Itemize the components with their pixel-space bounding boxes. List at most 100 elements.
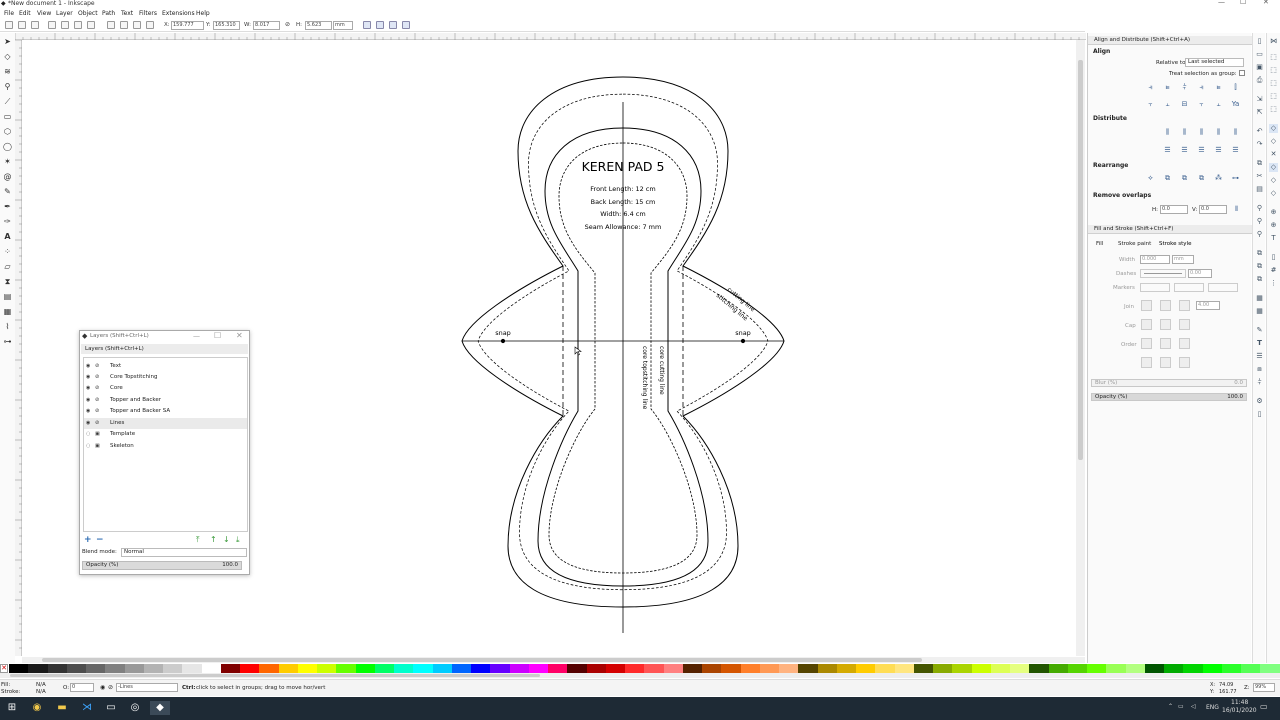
visibility-eye-icon[interactable]: ◉	[86, 372, 90, 383]
windows-start-icon[interactable]: ⊞	[5, 701, 19, 715]
layers-list[interactable]: ◉ ⊘ Text ◉ ⊘ Core Topstitching ◉ ⊘ Core ◉ ⊘ Topp…	[83, 357, 248, 532]
core-cutting-line-label[interactable]: core cutting line	[658, 346, 665, 395]
color-swatch[interactable]	[990, 664, 1010, 673]
snap-line-midpoint-icon[interactable]: ◇	[1269, 189, 1278, 198]
color-swatch[interactable]	[413, 664, 433, 673]
duplicate-icon[interactable]: ⧉	[1255, 249, 1264, 258]
snap-bbox-icon[interactable]: ⬚	[1269, 53, 1278, 62]
end-marker-select[interactable]	[1208, 283, 1238, 292]
color-swatch[interactable]	[528, 664, 548, 673]
color-swatch[interactable]	[1010, 664, 1030, 673]
remove-layer-icon[interactable]: −	[96, 535, 104, 545]
raise-icon[interactable]	[133, 21, 141, 29]
fill-indicator-value[interactable]: N/A	[36, 682, 46, 688]
unlink-clone-icon[interactable]: ⧉	[1255, 275, 1264, 284]
color-palette[interactable]: ✕	[0, 664, 1280, 673]
menu-help[interactable]: Help	[196, 10, 210, 17]
color-swatch[interactable]	[682, 664, 702, 673]
network-icon[interactable]: ▭	[1178, 703, 1184, 710]
preferences-icon[interactable]: ⚙	[1255, 397, 1264, 406]
volume-icon[interactable]: ◁	[1191, 703, 1196, 710]
color-swatch[interactable]	[143, 664, 163, 673]
close-button[interactable]: ✕	[1263, 0, 1269, 6]
lower-layer-icon[interactable]: ↓	[223, 535, 230, 544]
color-swatch[interactable]	[124, 664, 144, 673]
spiral-tool-icon[interactable]: @	[3, 172, 12, 181]
object-opacity-field[interactable]: 0	[70, 683, 94, 692]
color-swatch[interactable]	[182, 664, 202, 673]
order-normal-icon[interactable]	[1141, 338, 1152, 349]
color-swatch[interactable]	[432, 664, 452, 673]
align-left-icon[interactable]: ⫢	[1162, 82, 1173, 93]
snap-point-left[interactable]	[500, 338, 506, 344]
ungroup-icon[interactable]: ▦	[1255, 307, 1264, 316]
color-swatch[interactable]	[779, 664, 799, 673]
fill-stroke-icon[interactable]: ✎	[1255, 326, 1264, 335]
color-swatch[interactable]	[490, 664, 510, 673]
terminal-icon[interactable]: ▭	[104, 701, 118, 715]
randomize-icon[interactable]: ⁂	[1213, 173, 1224, 184]
snap-text-baseline-icon[interactable]: T	[1269, 234, 1278, 243]
color-swatch[interactable]	[971, 664, 991, 673]
ellipse-tool-icon[interactable]: ◯	[3, 142, 12, 151]
snap-intersection-icon[interactable]: ✕	[1269, 150, 1278, 159]
align-distribute-icon[interactable]: ⫩	[1255, 378, 1264, 387]
stroke-style-tab[interactable]: Stroke style	[1159, 241, 1191, 247]
h-gap-field[interactable]: 0.0	[1160, 205, 1188, 214]
color-swatch[interactable]	[798, 664, 818, 673]
file-explorer-icon[interactable]: ▬	[55, 701, 69, 715]
save-icon[interactable]: ▣	[1255, 63, 1264, 72]
color-swatch[interactable]	[220, 664, 240, 673]
exchange-positions-icon[interactable]: ⧉	[1162, 173, 1173, 184]
color-swatch[interactable]	[952, 664, 972, 673]
dash-offset-field[interactable]: 0.00	[1188, 269, 1212, 278]
zoom-page-icon[interactable]: ⚲	[1255, 230, 1264, 239]
lower-icon[interactable]	[120, 21, 128, 29]
flip-vertical-icon[interactable]	[87, 21, 95, 29]
color-swatch[interactable]	[586, 664, 606, 673]
pencil-tool-icon[interactable]: ✎	[3, 187, 12, 196]
blend-mode-select[interactable]: Normal	[121, 548, 247, 557]
rectangle-tool-icon[interactable]: ▭	[3, 112, 12, 121]
color-swatch[interactable]	[297, 664, 317, 673]
color-swatch[interactable]	[66, 664, 86, 673]
align-panel-header[interactable]: Align and Distribute (Shift+Ctrl+A)	[1088, 36, 1252, 45]
language-indicator[interactable]: ENG	[1206, 704, 1219, 711]
vertical-scroll-thumb[interactable]	[1078, 60, 1083, 460]
color-swatch[interactable]	[933, 664, 953, 673]
unlock-icon[interactable]: ⊘	[95, 406, 99, 417]
y-field[interactable]: 165.310	[213, 21, 240, 30]
join-bevel-icon[interactable]	[1179, 300, 1190, 311]
color-swatch[interactable]	[471, 664, 491, 673]
add-layer-icon[interactable]: +	[84, 535, 92, 545]
align-text-baseline-icon[interactable]: ⫿	[1230, 82, 1241, 93]
distribute-bottom-icon[interactable]: ☰	[1196, 145, 1207, 156]
color-swatch[interactable]	[817, 664, 837, 673]
xml-editor-icon[interactable]: ⧈	[1255, 365, 1264, 374]
unlock-icon[interactable]: ⊘	[95, 395, 99, 406]
snap-bbox-edge-icon[interactable]: ⬚	[1269, 66, 1278, 75]
align-left-edge-icon[interactable]: ⫢	[1213, 82, 1224, 93]
mesh-tool-icon[interactable]: ▦	[3, 307, 12, 316]
color-swatch[interactable]	[702, 664, 722, 673]
join-round-icon[interactable]	[1160, 300, 1171, 311]
visibility-eye-icon[interactable]: ◉	[86, 406, 90, 417]
exchange-order-icon[interactable]: ⧉	[1179, 173, 1190, 184]
unlock-icon[interactable]: ⊘	[95, 418, 99, 429]
connector-tool-icon[interactable]: ⊶	[3, 337, 12, 346]
snap-rotation-center-icon[interactable]: ⊕	[1269, 221, 1278, 230]
unlock-icon[interactable]: ⊘	[95, 372, 99, 383]
zoom-drawing-icon[interactable]: ⚲	[1255, 217, 1264, 226]
paste-icon[interactable]: ▤	[1255, 185, 1264, 194]
visibility-eye-icon[interactable]: ◉	[86, 418, 90, 429]
layer-row[interactable]: ◉ ⊘ Core Topstitching	[84, 372, 247, 383]
palette-scroll-thumb[interactable]	[10, 674, 540, 677]
zoom-field[interactable]: 99%	[1253, 683, 1275, 692]
color-swatch[interactable]	[355, 664, 375, 673]
color-swatch[interactable]	[894, 664, 914, 673]
zoom-tool-icon[interactable]: ⚲	[3, 82, 12, 91]
box-tool-icon[interactable]: ⬡	[3, 127, 12, 136]
visibility-eye-icon[interactable]: ◉	[86, 361, 90, 372]
undo-icon[interactable]: ↶	[1255, 127, 1264, 136]
clone-icon[interactable]: ⧉	[1255, 262, 1264, 271]
